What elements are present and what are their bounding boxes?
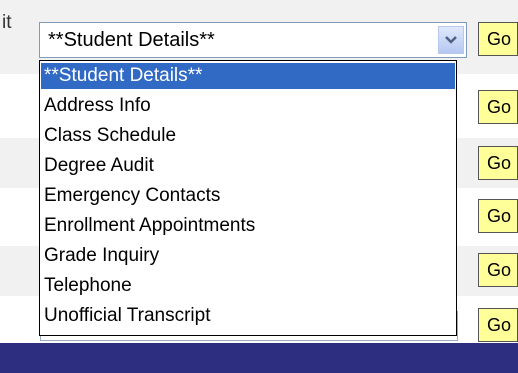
dropdown-arrow-icon[interactable] [438,26,464,54]
dropdown-option[interactable]: Address Info [41,93,455,119]
dropdown-option[interactable]: Degree Audit [41,153,455,179]
row-label-fragment: it [2,12,12,33]
menu-select[interactable]: **Student Details** [39,22,467,58]
go-button[interactable]: Go [478,253,518,287]
dropdown-list: **Student Details** Address Info Class S… [39,60,457,336]
dropdown-option[interactable]: Emergency Contacts [41,183,455,209]
dropdown-option[interactable]: **Student Details** [41,63,455,89]
go-button[interactable]: Go [478,199,518,233]
dropdown-option[interactable]: Unofficial Transcript [41,303,455,329]
dropdown-option[interactable]: Telephone [41,273,455,299]
dropdown-option[interactable]: Grade Inquiry [41,243,455,269]
chevron-down-icon [445,36,457,44]
go-button[interactable]: Go [478,146,518,180]
go-button[interactable]: Go [478,90,518,124]
go-button[interactable]: Go [478,22,518,56]
go-button[interactable]: Go [478,308,518,342]
dropdown-option[interactable]: Enrollment Appointments [41,213,455,239]
footer-bar [0,343,518,373]
select-value: **Student Details** [48,29,215,51]
dropdown-option[interactable]: Class Schedule [41,123,455,149]
